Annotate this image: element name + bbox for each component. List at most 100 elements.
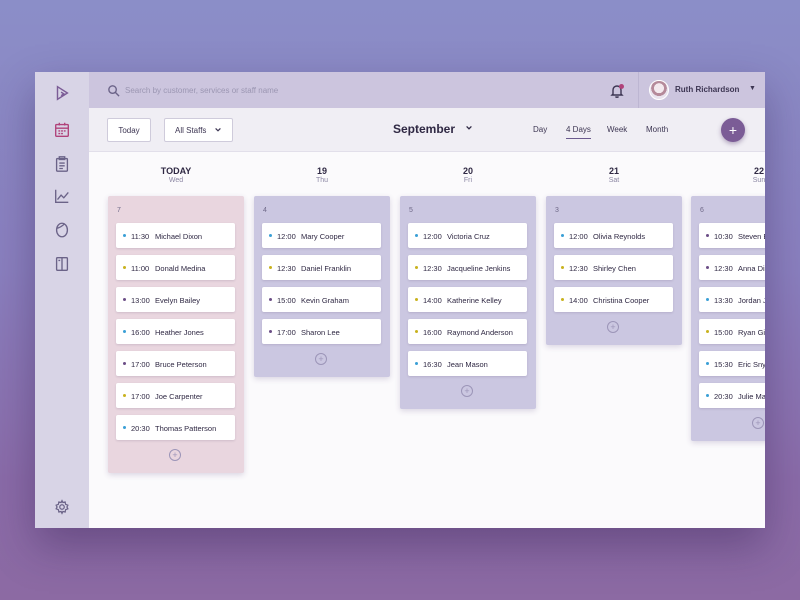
- customer-name: Olivia Reynolds: [593, 232, 646, 241]
- status-dot: [123, 426, 126, 429]
- appointment-count: 6: [700, 207, 704, 214]
- appointment-card[interactable]: 20:30 Thomas Patterson: [116, 415, 235, 440]
- calendar-grid: TODAY Wed 7 11:30 Michael Dixon 11:00 Donald M…: [89, 152, 765, 528]
- face-icon[interactable]: [52, 220, 72, 240]
- view-tab-month[interactable]: Month: [646, 125, 668, 134]
- notification-badge: [619, 84, 624, 89]
- appointment-card[interactable]: 12:30 Shirley Chen: [554, 255, 673, 280]
- appointment-card[interactable]: 14:00 Katherine Kelley: [408, 287, 527, 312]
- settings-gear-icon[interactable]: [52, 497, 72, 517]
- appointment-count: 7: [117, 207, 121, 214]
- day-weekday: Fri: [463, 177, 473, 184]
- appointment-card[interactable]: 12:30 Daniel Franklin: [262, 255, 381, 280]
- appointment-time: 13:30: [714, 296, 733, 305]
- appointment-time: 12:00: [423, 232, 442, 241]
- search-input[interactable]: [125, 82, 425, 98]
- day-header[interactable]: 21 Sat: [546, 166, 682, 184]
- caret-down-icon[interactable]: ▼: [749, 85, 756, 92]
- day-header[interactable]: 19 Thu: [254, 166, 390, 184]
- appointment-time: 15:00: [277, 296, 296, 305]
- appointment-count: 5: [409, 207, 413, 214]
- day-number: 22: [753, 166, 764, 176]
- chevron-down-icon: [215, 127, 222, 132]
- status-dot: [561, 234, 564, 237]
- customer-name: Steven Burke: [738, 232, 765, 241]
- view-tab-4-days[interactable]: 4 Days: [566, 125, 591, 139]
- day-column: 7 11:30 Michael Dixon 11:00 Donald Medina 13:…: [108, 196, 244, 473]
- avatar[interactable]: [649, 80, 669, 100]
- status-dot: [123, 266, 126, 269]
- add-appointment-button[interactable]: +: [721, 118, 745, 142]
- appointment-count: 3: [555, 207, 559, 214]
- appointment-time: 12:00: [569, 232, 588, 241]
- appointment-card[interactable]: 16:00 Raymond Anderson: [408, 319, 527, 344]
- day-number: TODAY: [160, 166, 192, 176]
- appointment-card[interactable]: 11:30 Michael Dixon: [116, 223, 235, 248]
- day-header[interactable]: TODAY Wed: [108, 166, 244, 184]
- day-header[interactable]: 20 Fri: [400, 166, 536, 184]
- appointment-card[interactable]: 10:30 Steven Burke: [699, 223, 765, 248]
- month-chevron-down-icon[interactable]: [465, 124, 473, 132]
- appointment-time: 16:00: [131, 328, 150, 337]
- day-number: 20: [462, 166, 473, 176]
- status-dot: [123, 234, 126, 237]
- add-slot-icon[interactable]: +: [607, 321, 619, 333]
- status-dot: [706, 362, 709, 365]
- appointment-card[interactable]: 12:00 Victoria Cruz: [408, 223, 527, 248]
- appointment-card[interactable]: 14:00 Christina Cooper: [554, 287, 673, 312]
- appointment-time: 20:30: [131, 424, 150, 433]
- status-dot: [269, 330, 272, 333]
- add-slot-icon[interactable]: +: [752, 417, 764, 429]
- book-icon[interactable]: [52, 254, 72, 274]
- user-name[interactable]: Ruth Richardson: [675, 85, 739, 94]
- appointment-card[interactable]: 15:00 Kevin Graham: [262, 287, 381, 312]
- status-dot: [415, 330, 418, 333]
- appointment-card[interactable]: 13:00 Evelyn Bailey: [116, 287, 235, 312]
- calendar-icon[interactable]: [52, 120, 72, 140]
- appointment-card[interactable]: 16:00 Heather Jones: [116, 319, 235, 344]
- customer-name: Eric Snyder: [738, 360, 765, 369]
- day-column: 6 10:30 Steven Burke 12:30 Anna Diaz 13:30 Jor…: [691, 196, 765, 441]
- month-title[interactable]: September: [393, 122, 455, 136]
- appointment-card[interactable]: 17:00 Joe Carpenter: [116, 383, 235, 408]
- clipboard-icon[interactable]: [52, 154, 72, 174]
- logo-play-icon[interactable]: [52, 83, 72, 103]
- appointment-card[interactable]: 11:00 Donald Medina: [116, 255, 235, 280]
- add-slot-icon[interactable]: +: [315, 353, 327, 365]
- customer-name: Julie Martin: [738, 392, 765, 401]
- status-dot: [561, 298, 564, 301]
- staff-select[interactable]: All Staffs: [164, 118, 233, 142]
- add-slot-icon[interactable]: +: [169, 449, 181, 461]
- customer-name: Mary Cooper: [301, 232, 345, 241]
- appointment-card[interactable]: 12:00 Mary Cooper: [262, 223, 381, 248]
- chart-icon[interactable]: [52, 186, 72, 206]
- view-tab-week[interactable]: Week: [607, 125, 627, 134]
- sidebar: [35, 72, 89, 528]
- appointment-card[interactable]: 20:30 Julie Martin: [699, 383, 765, 408]
- appointment-time: 16:00: [423, 328, 442, 337]
- appointment-card[interactable]: 15:30 Eric Snyder: [699, 351, 765, 376]
- appointment-card[interactable]: 12:30 Jacqueline Jenkins: [408, 255, 527, 280]
- appointment-card[interactable]: 13:30 Jordan Jackson: [699, 287, 765, 312]
- customer-name: Raymond Anderson: [447, 328, 513, 337]
- appointment-card[interactable]: 17:00 Sharon Lee: [262, 319, 381, 344]
- view-tab-day[interactable]: Day: [533, 125, 547, 134]
- appointment-time: 20:30: [714, 392, 733, 401]
- today-button[interactable]: Today: [107, 118, 151, 142]
- day-header[interactable]: 22 Sun: [691, 166, 765, 184]
- appointment-time: 17:00: [131, 360, 150, 369]
- customer-name: Bruce Peterson: [155, 360, 207, 369]
- appointment-time: 14:00: [569, 296, 588, 305]
- appointment-time: 10:30: [714, 232, 733, 241]
- day-column: 4 12:00 Mary Cooper 12:30 Daniel Franklin 15:…: [254, 196, 390, 377]
- status-dot: [706, 394, 709, 397]
- add-slot-icon[interactable]: +: [461, 385, 473, 397]
- appointment-card[interactable]: 17:00 Bruce Peterson: [116, 351, 235, 376]
- customer-name: Daniel Franklin: [301, 264, 352, 273]
- appointment-time: 11:00: [131, 264, 150, 273]
- appointment-card[interactable]: 16:30 Jean Mason: [408, 351, 527, 376]
- appointment-card[interactable]: 15:00 Ryan Gibson: [699, 319, 765, 344]
- appointment-card[interactable]: 12:30 Anna Diaz: [699, 255, 765, 280]
- status-dot: [269, 298, 272, 301]
- appointment-card[interactable]: 12:00 Olivia Reynolds: [554, 223, 673, 248]
